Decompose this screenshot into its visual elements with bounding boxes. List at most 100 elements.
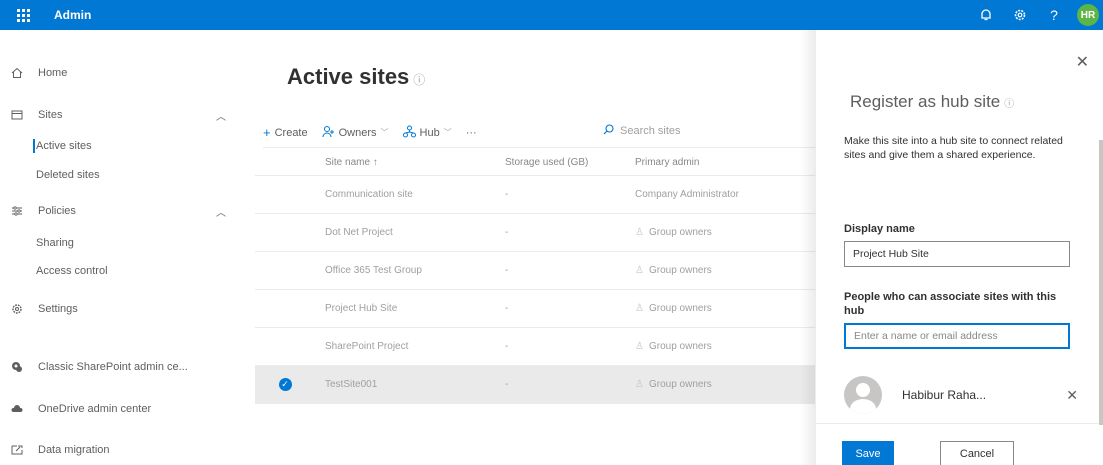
column-header-site-name[interactable]: Site name ↑ (315, 157, 505, 168)
sidebar-item-label: OneDrive admin center (38, 403, 152, 415)
top-bar: Admin ? HR (0, 0, 1103, 30)
app-launcher-icon[interactable] (10, 4, 36, 26)
sites-table: Site name ↑ Storage used (GB) Primary ad… (255, 150, 815, 404)
save-button[interactable]: Save (842, 441, 894, 465)
table-row[interactable]: Dot Net Project - ♙ Group owners (255, 214, 815, 252)
sidebar-item-home[interactable]: Home (0, 58, 240, 88)
sidebar-item-settings[interactable]: Settings (0, 294, 240, 324)
chevron-down-icon: ﹀ (380, 128, 389, 137)
site-name-cell[interactable]: SharePoint Project (315, 341, 505, 352)
storage-cell: - (505, 265, 509, 276)
sidebar-item-label: Settings (38, 303, 78, 315)
notifications-icon[interactable] (969, 0, 1003, 30)
table-header: Site name ↑ Storage used (GB) Primary ad… (255, 150, 815, 176)
user-avatar[interactable]: HR (1077, 4, 1099, 26)
page-title-text: Active sites (287, 64, 410, 89)
close-icon[interactable]: ✕ (1076, 52, 1089, 72)
sidebar-item-label: Active sites (36, 140, 92, 152)
sidebar-item-sites[interactable]: Sites ︿ (0, 100, 240, 130)
panel-title-text: Register as hub site (850, 92, 1001, 111)
sidebar-item-label: Sharing (36, 237, 74, 249)
primary-admin-cell: ♙ Group owners (635, 303, 815, 314)
table-row[interactable]: Communication site - Company Administrat… (255, 176, 815, 214)
search-box[interactable]: Search sites (603, 124, 681, 138)
settings-icon[interactable] (1003, 0, 1037, 30)
register-hub-panel: ✕ Register as hub site ⓘ Make this site i… (816, 30, 1103, 465)
storage-cell: - (505, 379, 509, 390)
column-header-storage[interactable]: Storage used (GB) (505, 157, 635, 168)
sidebar-item-policies[interactable]: Policies ︿ (0, 196, 240, 226)
table-row[interactable]: Project Hub Site - ♙ Group owners (255, 290, 815, 328)
person-add-icon (322, 125, 335, 141)
site-name-cell[interactable]: Office 365 Test Group (315, 265, 505, 276)
sidebar-item-classic-sharepoint[interactable]: Classic SharePoint admin ce... (0, 352, 240, 382)
info-icon[interactable]: ⓘ (1004, 99, 1014, 110)
storage-cell: - (505, 189, 509, 200)
sidebar-item-onedrive[interactable]: OneDrive admin center (0, 394, 240, 424)
column-header-primary-admin[interactable]: Primary admin (635, 157, 815, 168)
cancel-button[interactable]: Cancel (940, 441, 1014, 465)
site-name-cell[interactable]: TestSite001 (315, 379, 505, 390)
primary-admin-text: Group owners (648, 227, 712, 238)
chevron-down-icon: ﹀ (443, 128, 452, 137)
sidebar-item-data-migration[interactable]: Data migration (0, 435, 240, 465)
people-picker-input[interactable]: Enter a name or email address (844, 323, 1070, 349)
sidebar-item-label: Access control (36, 265, 108, 277)
sidebar-item-deleted-sites[interactable]: Deleted sites (0, 160, 240, 190)
site-name-cell[interactable]: Dot Net Project (315, 227, 505, 238)
info-icon[interactable]: ⓘ (413, 73, 425, 87)
owners-label: Owners (338, 126, 377, 139)
owners-button[interactable]: Owners ﹀ (322, 125, 389, 141)
table-row[interactable]: SharePoint Project - ♙ Group owners (255, 328, 815, 366)
sidebar-item-label: Data migration (38, 444, 110, 456)
storage-cell: - (505, 303, 509, 314)
search-placeholder: Search sites (620, 125, 681, 137)
site-name-cell[interactable]: Communication site (315, 189, 505, 200)
plus-icon: + (263, 125, 271, 140)
storage-cell: - (505, 227, 509, 238)
help-icon[interactable]: ? (1037, 0, 1071, 30)
create-button[interactable]: + Create (263, 125, 308, 140)
panel-scrollbar[interactable] (1099, 140, 1103, 425)
sidebar: Home Sites ︿ Active sites Deleted sites … (0, 30, 240, 465)
sidebar-item-sharing[interactable]: Sharing (0, 228, 240, 258)
sites-icon (10, 108, 24, 122)
people-picker-placeholder: Enter a name or email address (854, 330, 998, 342)
command-bar: + Create Owners ﹀ Hub ﹀ ··· Search sites (263, 118, 815, 148)
primary-admin-cell: ♙ Group owners (635, 379, 815, 390)
top-bar-actions: ? HR (969, 0, 1103, 30)
sidebar-item-label: Deleted sites (36, 169, 100, 181)
main-content: Active sites ⓘ + Create Owners ﹀ Hub ﹀ ··… (255, 30, 815, 465)
display-name-field[interactable]: Project Hub Site (844, 241, 1070, 267)
app-title[interactable]: Admin (54, 8, 91, 22)
sharepoint-icon (10, 360, 24, 374)
table-row[interactable]: Office 365 Test Group - ♙ Group owners (255, 252, 815, 290)
checkmark-icon[interactable]: ✓ (278, 378, 292, 391)
row-checkbox-cell[interactable]: ✓ (255, 378, 315, 391)
more-button[interactable]: ··· (466, 127, 477, 139)
remove-person-icon[interactable]: ✕ (1066, 387, 1078, 404)
cloud-icon (10, 402, 24, 416)
gear-icon (10, 302, 24, 316)
hub-label: Hub (419, 126, 440, 139)
sidebar-item-label: Home (38, 67, 68, 79)
storage-cell: - (505, 341, 509, 352)
group-icon: ♙ (635, 265, 644, 276)
group-icon: ♙ (635, 341, 644, 352)
sidebar-item-access-control[interactable]: Access control (0, 256, 240, 286)
selected-person: Habibur Raha... ✕ (844, 375, 1084, 415)
group-icon: ♙ (635, 379, 644, 390)
primary-admin-text: Group owners (648, 379, 712, 390)
hub-button[interactable]: Hub ﹀ (402, 125, 452, 141)
panel-description: Make this site into a hub site to connec… (844, 135, 1063, 161)
table-row-selected[interactable]: ✓ TestSite001 - ♙ Group owners (255, 366, 815, 404)
hub-icon (402, 125, 416, 141)
home-icon (10, 66, 24, 80)
primary-admin-cell: ♙ Group owners (635, 265, 815, 276)
site-name-cell[interactable]: Project Hub Site (315, 303, 505, 314)
sidebar-item-active-sites[interactable]: Active sites (0, 131, 240, 161)
chevron-up-icon[interactable]: ︿ (216, 204, 226, 219)
sidebar-item-label: Policies (38, 205, 76, 217)
display-name-label: Display name (844, 223, 915, 235)
chevron-up-icon[interactable]: ︿ (216, 108, 226, 123)
